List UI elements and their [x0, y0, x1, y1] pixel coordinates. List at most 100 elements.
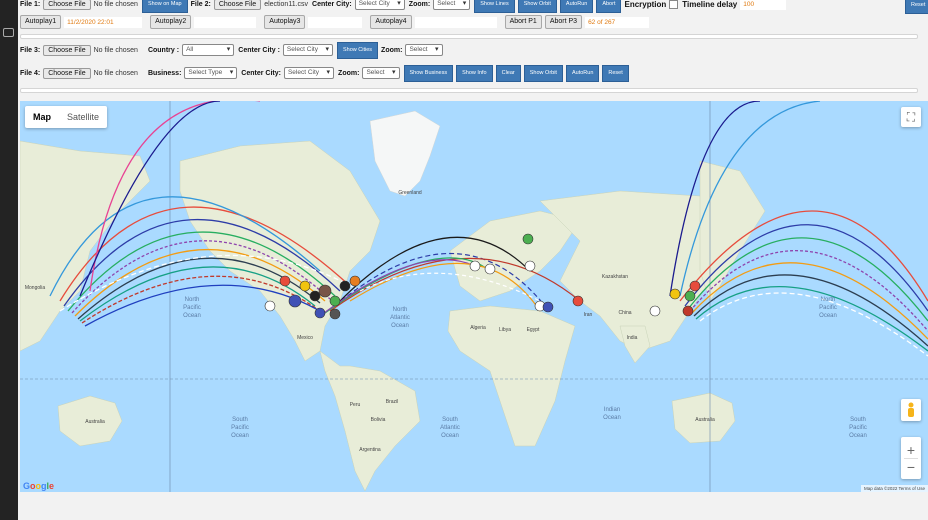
left-sidebar-strip	[0, 0, 18, 520]
google-logo: Google	[23, 481, 55, 491]
bolivia-label: Bolivia	[371, 417, 386, 423]
reset-button-4[interactable]: Reset	[602, 64, 629, 82]
timeline-delay-label: Timeline delay	[682, 0, 738, 9]
autoplay3-field	[308, 16, 363, 28]
pegman-icon[interactable]	[901, 399, 921, 421]
center-city-label-4: Center City:	[241, 69, 281, 77]
brazil-label: Brazil	[386, 399, 399, 405]
show-cities-button[interactable]: Show Cities	[337, 41, 379, 59]
south-pacific-right-label: South Pacific Ocean	[849, 417, 867, 439]
autorun-button-4[interactable]: AutoRun	[565, 64, 600, 82]
file2-choose-button[interactable]: Choose File	[213, 0, 262, 10]
zoom-in-button[interactable]: +	[907, 442, 915, 458]
show-on-map-button[interactable]: Show on Map	[141, 0, 188, 13]
autoplay2-button[interactable]: Autoplay2	[150, 15, 192, 29]
mongolia-label: Mongolia	[25, 285, 46, 291]
file3-status: No file chosen	[93, 46, 138, 54]
toolbar-row-3: File 3: Choose File No file chosen Count…	[20, 41, 447, 59]
toolbar-row-4: File 4: Choose File No file chosen Busin…	[20, 64, 632, 82]
country-label: Country :	[147, 46, 180, 54]
clear-button[interactable]: Clear	[495, 64, 521, 82]
reset-button-top[interactable]: Reset	[905, 0, 928, 14]
show-business-button[interactable]: Show Business	[403, 64, 454, 82]
india-label: India	[627, 335, 638, 341]
autoplay4-button[interactable]: Autoplay4	[370, 15, 412, 29]
country-select[interactable]: All	[182, 44, 235, 56]
fullscreen-icon[interactable]: ⛶	[901, 107, 921, 127]
file2-label: File 2:	[190, 0, 211, 8]
encryption-label: Encryption	[624, 0, 667, 9]
autorun-button[interactable]: AutoRun	[559, 0, 594, 13]
center-city-select[interactable]: Select City	[354, 0, 405, 10]
file4-label: File 4:	[20, 69, 41, 77]
show-orbit-button[interactable]: Show Orbit	[517, 0, 557, 13]
zoom-label-4: Zoom:	[338, 69, 360, 77]
china-label: China	[618, 310, 631, 316]
abort-button[interactable]: Abort	[596, 0, 622, 13]
south-pacific-left-label: South Pacific Ocean	[231, 417, 249, 439]
zoom-label: Zoom:	[408, 0, 431, 8]
center-city-label-3: Center City :	[238, 46, 280, 54]
zoom-select[interactable]: Select	[433, 0, 471, 10]
zoom-select-3[interactable]: Select	[405, 44, 443, 56]
map-type-map-button[interactable]: Map	[25, 112, 59, 122]
progress-bar-1	[20, 34, 918, 39]
file1-choose-button[interactable]: Choose File	[43, 0, 91, 10]
show-lines-button[interactable]: Show Lines	[474, 0, 515, 13]
autoplay1-timestamp: 11/2/2020 22:01	[64, 16, 143, 28]
center-city-select-4[interactable]: Select City	[283, 67, 335, 79]
sidebar-icon	[3, 28, 14, 37]
zoom-control: + −	[901, 437, 921, 479]
file1-label: File 1:	[20, 0, 41, 8]
np-left-2: Pacific	[183, 305, 201, 311]
file3-label: File 3:	[20, 46, 41, 54]
file1-status: No file chosen	[93, 0, 138, 8]
progress-counter: 62 of 267	[585, 16, 650, 28]
np-left-3: Ocean	[183, 313, 201, 319]
toolbar-row-1: File 1: Choose File No file chosen Show …	[20, 0, 794, 13]
abort-p3-button[interactable]: Abort P3	[544, 15, 583, 29]
business-label: Business:	[147, 69, 182, 77]
center-city-select-3[interactable]: Select City	[282, 44, 333, 56]
show-orbit-button-4[interactable]: Show Orbit	[523, 64, 563, 82]
map-type-control: Map Satellite	[25, 106, 108, 128]
world-map[interactable]: North Pacific Ocean North Atlantic Ocean Nor…	[20, 101, 928, 492]
south-atlantic-label: South Atlantic Ocean	[440, 417, 460, 439]
timeline-delay-input[interactable]: 100	[740, 0, 787, 10]
file4-status: No file chosen	[93, 69, 138, 77]
center-city-label: Center City:	[312, 0, 352, 8]
north-pacific-right-label: North Pacific Ocean	[819, 297, 837, 319]
business-select[interactable]: Select Type	[184, 67, 238, 79]
mexico-label: Mexico	[297, 335, 313, 341]
autoplay3-button[interactable]: Autoplay3	[264, 15, 306, 29]
bottom-bar	[18, 492, 928, 520]
toolbar-row-2: Autoplay1 11/2/2020 22:01 Autoplay2 Auto…	[20, 15, 657, 29]
show-info-button[interactable]: Show Info	[456, 64, 493, 82]
zoom-out-button[interactable]: −	[907, 459, 915, 475]
peru-label: Peru	[350, 402, 361, 408]
abort-p1-button[interactable]: Abort P1	[504, 15, 542, 29]
map-attribution[interactable]: Map data ©2022 Terms of Use	[860, 485, 928, 492]
zoom-label-3: Zoom:	[381, 46, 403, 54]
greenland-label: Greenland	[398, 190, 422, 196]
algeria-label: Algeria	[470, 325, 486, 331]
zoom-select-4[interactable]: Select	[362, 67, 400, 79]
file4-choose-button[interactable]: Choose File	[43, 67, 91, 79]
egypt-label: Egypt	[527, 327, 540, 333]
np-left-1: North	[185, 297, 200, 303]
map-type-satellite-button[interactable]: Satellite	[59, 112, 107, 122]
indian-ocean-label: Indian Ocean	[603, 407, 621, 421]
libya-label: Libya	[499, 327, 511, 333]
autoplay1-button[interactable]: Autoplay1	[20, 15, 62, 29]
progress-bar-2	[20, 88, 918, 93]
australia-left-label: Australia	[85, 419, 105, 425]
argentina-label: Argentina	[359, 447, 381, 453]
file3-choose-button[interactable]: Choose File	[43, 44, 91, 56]
autoplay2-field	[194, 16, 257, 28]
iran-label: Iran	[584, 312, 593, 318]
greenland-shape	[369, 110, 441, 197]
file2-name: election11.csv	[264, 0, 309, 8]
encryption-checkbox[interactable]	[669, 0, 679, 9]
map-canvas: North Pacific Ocean North Atlantic Ocean Nor…	[20, 101, 928, 492]
north-pacific-left-label: North Pacific Ocean	[183, 297, 201, 319]
